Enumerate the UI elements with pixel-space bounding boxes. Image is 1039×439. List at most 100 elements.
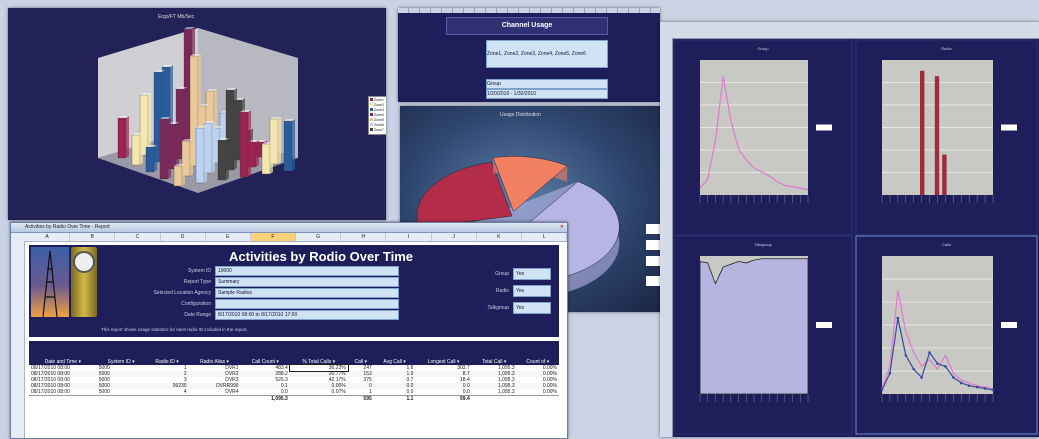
column-letter[interactable]: K (477, 233, 522, 241)
column-header[interactable]: Call Count ▾ (241, 341, 290, 365)
param-label: Group (495, 270, 509, 277)
panel-title: Calls (942, 242, 951, 247)
bar3d-bar (261, 142, 273, 175)
bar3d-bar (117, 116, 129, 159)
point (991, 388, 995, 392)
param-value[interactable] (215, 298, 399, 309)
column-letter-header: ABCDEFGHIJKL (11, 233, 567, 242)
point (983, 387, 987, 390)
dashboard-panel-3: Talkgroup (673, 235, 853, 435)
bar3d-bar (283, 119, 295, 172)
column-header[interactable]: Date and Time ▾ (29, 341, 97, 365)
channel-field-3[interactable]: 1/20/2010 - 1/30/2010 (486, 89, 608, 99)
column-header[interactable]: Radio ID ▾ (146, 341, 189, 365)
channel-field-1[interactable]: Zone1, Zone2, Zone3, Zone4, Zone5, Zone6 (486, 40, 608, 68)
column-header[interactable]: System ID ▾ (97, 341, 146, 365)
param-value[interactable]: Yes (513, 284, 551, 297)
param-label: Radio (495, 287, 509, 294)
bar-chart-legend: Zone1 Zone2 Zone3 Zone4 Zone5 Zone6 Zone7 (368, 96, 386, 135)
pie-legend-4 (646, 276, 660, 286)
total-cell (517, 396, 559, 403)
param-row: Date Range 8/17/2010 08:00 to 8/17/2010 1… (101, 309, 401, 320)
panel-title: Group (757, 46, 769, 51)
param-label: System ID (187, 267, 211, 274)
panel-title: Talkgroup (754, 242, 772, 247)
column-header[interactable]: Count of ▾ (517, 341, 559, 365)
param-row: Selected Location Agency Sample Radios (101, 287, 401, 298)
channel-field-2[interactable]: Group (486, 79, 608, 89)
panel-legend (816, 322, 832, 328)
right-param-row: Group Yes (419, 265, 559, 282)
point (920, 376, 923, 379)
column-header[interactable]: % Total Calls ▾ (290, 341, 348, 365)
column-letter[interactable]: J (432, 233, 477, 241)
column-letter[interactable]: A (25, 233, 71, 241)
dashboard-panel-4: Calls (855, 235, 1038, 435)
column-header[interactable]: Avg Call ▾ (374, 341, 416, 365)
point (880, 388, 884, 392)
column-letter[interactable]: E (206, 233, 251, 241)
right-param-row: Radio Yes (419, 282, 559, 299)
param-label: Date Range (184, 311, 211, 318)
report-title: Activities by Rodio Over Time (229, 249, 413, 264)
point (904, 354, 908, 357)
bar3d-chart (98, 27, 298, 193)
company-logo (71, 247, 97, 317)
point (936, 362, 939, 365)
point (912, 367, 916, 371)
total-cell: 99.4 (460, 396, 470, 402)
total-cell: 595 (363, 396, 372, 402)
column-header[interactable]: Call ▾ (348, 341, 374, 365)
column-letter[interactable]: D (161, 233, 206, 241)
column-letter[interactable]: B (70, 233, 116, 241)
report-titlebar: Activities by Radio Over Time - Report ✕ (11, 223, 567, 233)
panel-legend (1001, 124, 1017, 131)
column-letter[interactable]: G (296, 233, 342, 241)
row-number-header (11, 241, 25, 438)
point (896, 316, 900, 320)
param-value[interactable]: 8/17/2010 08:00 to 8/17/2010 17:00 (215, 309, 399, 320)
param-value[interactable]: Summary (215, 276, 399, 287)
param-value[interactable]: 10000 (215, 265, 399, 276)
param-value[interactable]: Yes (513, 267, 551, 280)
pie-legend-3 (646, 256, 660, 266)
param-row: System ID 10000 (101, 265, 401, 276)
report-table-container: Date and Time ▾ System ID ▾ Radio ID ▾ Radi… (29, 341, 559, 402)
param-label: Report Type (183, 278, 211, 285)
panel-legend (816, 124, 832, 131)
bar3d-bar (145, 145, 157, 173)
column-header[interactable]: Radio Alias ▾ (189, 341, 241, 365)
param-value[interactable]: Sample Radios (215, 287, 399, 298)
column-letter[interactable]: L (522, 233, 567, 241)
column-letter[interactable]: F (250, 233, 297, 241)
report-table: Date and Time ▾ System ID ▾ Radio ID ▾ Radi… (29, 341, 559, 402)
radio-tower-image (31, 247, 69, 317)
column-letter[interactable]: I (386, 233, 432, 241)
report-params: System ID 10000 Report Type Summary Selected… (101, 265, 401, 320)
total-cell (29, 396, 97, 403)
window-close-icon[interactable]: ✕ (560, 223, 564, 232)
channel-usage-window: Channel Usage Zone1, Zone2, Zone3, Zone4… (398, 8, 660, 102)
bar3d-bar (217, 138, 229, 181)
bar3d-bar (131, 133, 143, 166)
report-right-params: Group Yes Radio Yes Talkgroup Yes (419, 265, 559, 316)
dashboard-charts: Group Radio Talkgroup Calls (673, 39, 1038, 435)
bar3d-bar (195, 126, 207, 184)
right-param-row: Talkgroup Yes (419, 299, 559, 316)
dashboard-panel-2: Radio (855, 39, 1038, 236)
column-header[interactable]: Total Call ▾ (472, 341, 517, 365)
total-cell (189, 396, 241, 403)
point (975, 385, 979, 389)
point (944, 365, 947, 368)
total-cell (290, 396, 348, 403)
report-banner: Activities by Rodio Over Time System ID 1… (29, 245, 559, 337)
point (952, 376, 955, 379)
column-letter[interactable]: C (115, 233, 161, 241)
column-letter[interactable]: H (341, 233, 387, 241)
param-label: Configuration (181, 300, 211, 307)
column-header[interactable]: Longest Call ▾ (415, 341, 471, 365)
dashboard-window: Group Radio Talkgroup Calls (660, 22, 1039, 437)
total-cell: 1,095.3 (271, 396, 288, 402)
param-value[interactable]: Yes (513, 301, 551, 314)
pie-legend-1 (646, 224, 660, 234)
